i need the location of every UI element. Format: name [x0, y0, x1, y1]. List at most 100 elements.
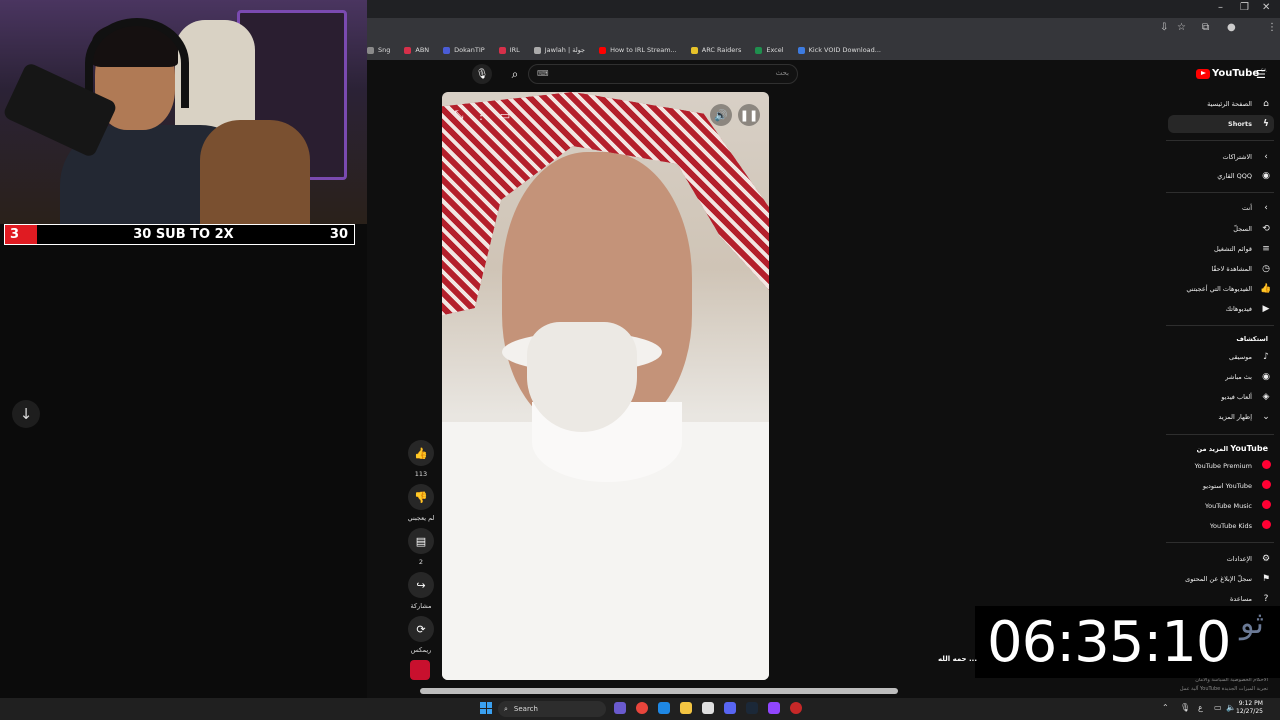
flag-icon: ⚑	[1261, 574, 1271, 584]
windows-taskbar: ⌕ Search ⌃ 🎙 ع ▭ 🔈 9:12 PM 12/27/25	[0, 698, 1280, 720]
bookmark-item[interactable]: How to IRL Stream...	[599, 46, 677, 54]
bookmark-label: Excel	[766, 46, 784, 54]
copilot-icon[interactable]	[614, 702, 626, 714]
volume-icon[interactable]: 🔊	[710, 104, 732, 126]
shorts-video-player[interactable]: ⤡ ⋮ ▭ 🔊 ❚❚	[442, 92, 769, 680]
sidebar-item-live[interactable]: بث مباشر ◉	[1168, 368, 1274, 386]
taskbar-search[interactable]: ⌕ Search	[498, 701, 606, 717]
windows-start-icon[interactable]	[480, 702, 492, 714]
taskbar-time: 9:12 PM	[1238, 700, 1263, 707]
sidebar-item-youtube-kids[interactable]: YouTube Kids	[1168, 517, 1274, 535]
sidebar-item-label: ألعاب فيديو	[1221, 393, 1252, 401]
sidebar-item-youtube-premium[interactable]: YouTube Premium	[1168, 457, 1274, 475]
sidebar-item-playlists[interactable]: قوائم التشغيل ≡	[1168, 240, 1274, 258]
network-icon[interactable]: ▭	[1214, 703, 1222, 712]
sidebar-item-youtube-studio[interactable]: استوديو YouTube	[1168, 477, 1274, 495]
pause-icon[interactable]: ❚❚	[738, 104, 760, 126]
extensions-icon[interactable]: ⧉	[1202, 22, 1209, 33]
edge-icon[interactable]	[658, 702, 670, 714]
sidebar-item-music[interactable]: موسيقى ♪	[1168, 348, 1274, 366]
fullscreen-icon[interactable]: ⤡	[448, 104, 470, 126]
bookmark-item[interactable]: DokanTIP	[443, 46, 485, 54]
sidebar-item-show-more[interactable]: إظهار المزيد ⌄	[1168, 408, 1274, 426]
timer-logo: ثو	[1240, 606, 1264, 641]
bookmark-item[interactable]: Kick VOID Download...	[797, 46, 881, 54]
browser-toolbar: ⇩ ☆ ⧉ ● ⋮	[367, 18, 1280, 40]
sidebar-item-settings[interactable]: الإعدادات ⚙	[1168, 550, 1274, 568]
sidebar-item-liked-videos[interactable]: الفيديوهات التي أعجبتني 👍	[1168, 280, 1274, 298]
sub-count: 3	[5, 225, 37, 244]
bookmark-star-icon[interactable]: ☆	[1177, 22, 1186, 33]
install-icon[interactable]: ⇩	[1160, 22, 1168, 33]
bookmark-item[interactable]: IRL	[498, 46, 520, 54]
steam-icon[interactable]	[746, 702, 758, 714]
remix-button[interactable]: ⟳ ريمكس	[406, 616, 436, 654]
arrow-down-icon: ↓	[19, 405, 33, 423]
voice-search-button[interactable]: 🎙	[472, 64, 492, 84]
search-input[interactable]: ⌨ بحث	[528, 64, 798, 84]
volume-icon[interactable]: 🔈	[1226, 703, 1236, 712]
sidebar-item-report-history[interactable]: سجلّ الإبلاغ عن المحتوى ⚑	[1168, 570, 1274, 588]
sidebar-item-your-videos[interactable]: فيديوهاتك ▶	[1168, 300, 1274, 318]
sidebar-item-label: القاري QQQ	[1217, 172, 1252, 180]
dislike-button[interactable]: 👎 لم يعجبني	[406, 484, 436, 522]
sidebar-item-subscription-channel[interactable]: القاري QQQ ◉	[1168, 167, 1274, 185]
bookmark-item[interactable]: Sng	[367, 46, 390, 54]
scroll-down-button[interactable]: ↓	[12, 400, 40, 428]
sidebar-item-shorts[interactable]: Shorts ϟ	[1168, 115, 1274, 133]
gamepad-icon: ◈	[1262, 392, 1270, 402]
minimize-icon[interactable]: –	[1218, 2, 1223, 13]
browser-menu-icon[interactable]: ⋮	[1267, 22, 1277, 33]
clock-icon: ◷	[1262, 264, 1270, 274]
captions-icon[interactable]: ▭	[494, 104, 516, 126]
profile-icon[interactable]: ●	[1227, 22, 1236, 33]
sidebar-item-youtube-music[interactable]: YouTube Music	[1168, 497, 1274, 515]
more-options-icon[interactable]: ⋮	[470, 104, 492, 126]
sidebar-item-history[interactable]: السجلّ ⟲	[1168, 220, 1274, 238]
obs-icon[interactable]	[768, 702, 780, 714]
history-icon: ⟲	[1262, 224, 1270, 234]
taskbar-clock[interactable]: 9:12 PM 12/27/25	[1236, 700, 1263, 716]
sidebar-footer-line2[interactable]: آلية عمل YouTube تجربة الميزات الجديدة	[1180, 685, 1268, 694]
screen: 3 30 SUB TO 2X 30 ↓ – ❐ ✕ ⇩ ☆ ⧉ ● ⋮ Sng A…	[0, 0, 1280, 720]
music-note-icon: ♪	[1263, 352, 1269, 362]
bookmark-label: ARC Raiders	[701, 46, 742, 54]
restore-icon[interactable]: ❐	[1240, 2, 1249, 13]
hamburger-menu-icon[interactable]: ☰	[1256, 68, 1266, 81]
comments-button[interactable]: ▤ 2	[406, 528, 436, 566]
bookmark-item[interactable]: ABN	[404, 46, 429, 54]
microphone-icon[interactable]: 🎙	[1180, 703, 1190, 712]
sidebar-item-gaming[interactable]: ألعاب فيديو ◈	[1168, 388, 1274, 406]
taskbar-date: 12/27/25	[1236, 708, 1263, 715]
sidebar-divider	[1166, 325, 1274, 326]
close-icon[interactable]: ✕	[1262, 2, 1270, 13]
sidebar-item-label: استوديو YouTube	[1202, 482, 1252, 490]
search-button[interactable]: ⌕	[504, 64, 526, 84]
sidebar-subscriptions-header[interactable]: الاشتراكات ‹	[1168, 148, 1274, 166]
like-count: 113	[414, 470, 428, 478]
recording-icon[interactable]	[790, 702, 802, 714]
discord-icon[interactable]	[724, 702, 736, 714]
audio-thumbnail[interactable]	[410, 660, 430, 680]
sidebar-item-label: السجلّ	[1233, 225, 1252, 233]
sidebar-item-watch-later[interactable]: المشاهدة لاحقًا ◷	[1168, 260, 1274, 278]
chevron-up-icon[interactable]: ⌃	[1162, 703, 1169, 712]
bookmark-favicon-icon	[755, 46, 763, 54]
language-indicator[interactable]: ع	[1198, 703, 1203, 712]
bookmark-item[interactable]: ARC Raiders	[690, 46, 742, 54]
sidebar-item-home[interactable]: الصفحة الرئيسية ⌂	[1168, 95, 1274, 113]
chrome-icon[interactable]	[636, 702, 648, 714]
keyboard-icon[interactable]: ⌨	[537, 69, 549, 78]
sidebar-you-header[interactable]: أنت ‹	[1168, 199, 1274, 217]
sidebar-divider	[1166, 434, 1274, 435]
file-explorer-icon[interactable]	[680, 702, 692, 714]
sidebar-divider	[1166, 192, 1274, 193]
share-button[interactable]: ↪ مشاركة	[406, 572, 436, 610]
webcam-feed	[0, 0, 367, 224]
app-icon[interactable]	[702, 702, 714, 714]
horizontal-scrollbar[interactable]	[420, 688, 898, 694]
bookmark-item[interactable]: Excel	[755, 46, 784, 54]
like-button[interactable]: 👍 113	[406, 440, 436, 478]
bookmark-item[interactable]: Jawlah | جولة	[533, 46, 585, 54]
video-caption[interactable]: حمه الله ...	[938, 655, 977, 663]
